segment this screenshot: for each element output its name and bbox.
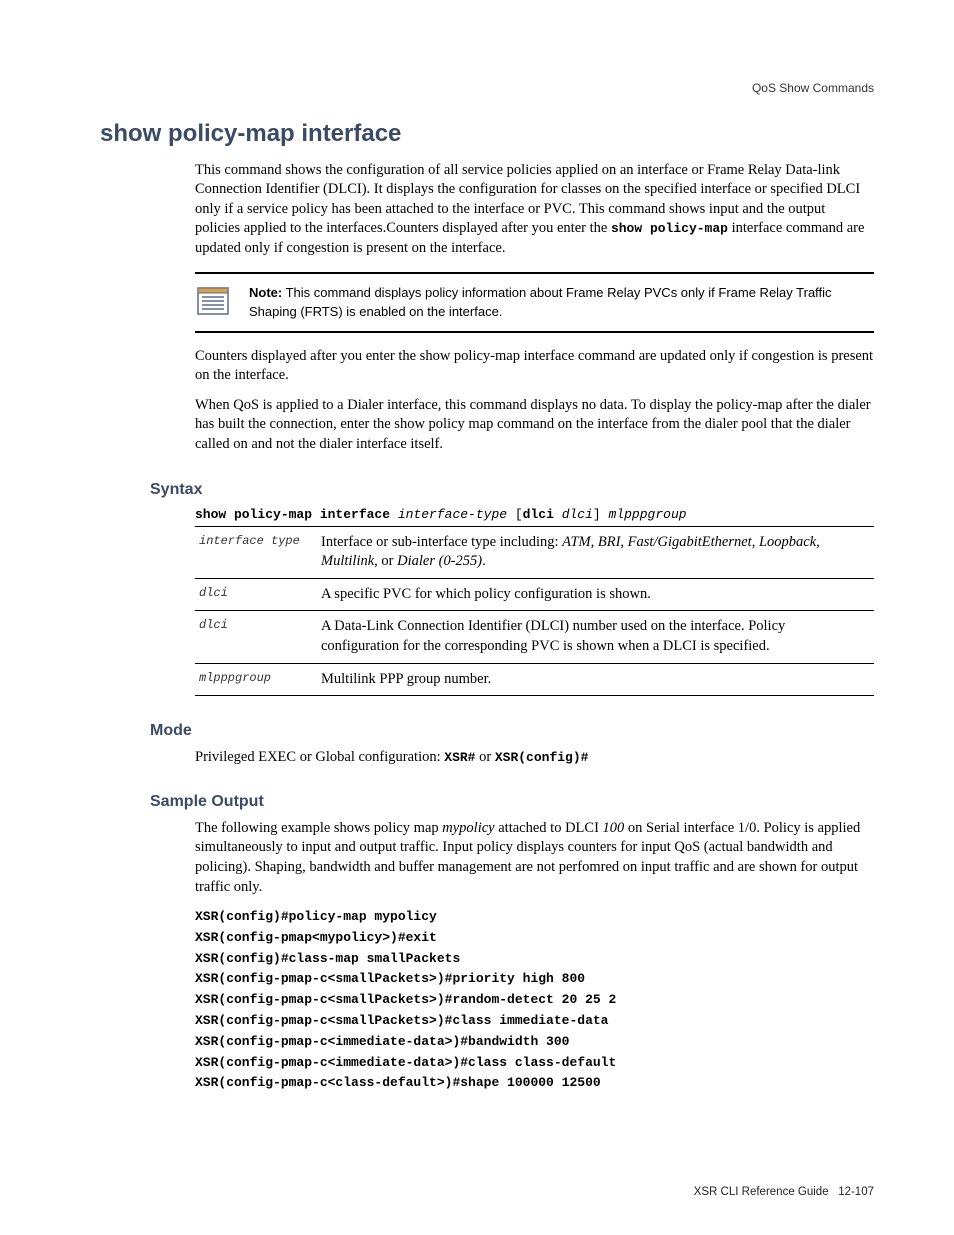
syntax-heading: Syntax — [150, 479, 874, 501]
table-row: dlci A specific PVC for which policy con… — [195, 578, 874, 611]
mode-heading: Mode — [150, 720, 874, 742]
param-name: dlci — [195, 611, 317, 663]
param-desc-a: Interface or sub-interface type includin… — [321, 534, 562, 550]
syntax-plain-2 — [554, 507, 562, 522]
table-row: mlpppgroup Multilink PPP group number. — [195, 663, 874, 696]
syntax-bold-1: show policy-map interface — [195, 507, 398, 522]
syntax-block: show policy-map interface interface-type… — [195, 506, 874, 696]
syntax-italic-2: dlci — [562, 507, 593, 522]
param-desc-em2: Dialer (0-255) — [397, 553, 482, 569]
sample-intro-em2: 100 — [603, 820, 625, 836]
footer-page-number: 12-107 — [838, 1186, 874, 1198]
syntax-bold-2: dlci — [523, 507, 554, 522]
syntax-plain-1: [ — [507, 507, 523, 522]
syntax-command-line: show policy-map interface interface-type… — [195, 506, 874, 524]
after-note-p1: Counters displayed after you enter the s… — [195, 347, 874, 386]
mode-code-1: XSR# — [444, 750, 475, 765]
parameter-table: interface type Interface or sub-interfac… — [195, 526, 874, 696]
note-icon — [195, 284, 235, 320]
param-desc: Multilink PPP group number. — [317, 663, 874, 696]
note-text: Note: This command displays policy infor… — [249, 284, 874, 320]
mode-code-2: XSR(config)# — [495, 750, 589, 765]
param-name: interface type — [195, 526, 317, 578]
running-header: QoS Show Commands — [100, 80, 874, 96]
note-box: Note: This command displays policy infor… — [195, 272, 874, 332]
param-desc: A Data-Link Connection Identifier (DLCI)… — [317, 611, 874, 663]
intro-inline-code: show policy-map — [611, 221, 728, 236]
after-note-p2: When QoS is applied to a Dialer interfac… — [195, 396, 874, 455]
sample-intro-a: The following example shows policy map — [195, 820, 442, 836]
mode-text-a: Privileged EXEC or Global configuration: — [195, 749, 444, 765]
mode-block: Privileged EXEC or Global configuration:… — [195, 748, 874, 768]
param-name: mlpppgroup — [195, 663, 317, 696]
document-page: QoS Show Commands show policy-map interf… — [0, 0, 954, 1235]
syntax-plain-3: ] — [593, 507, 609, 522]
sample-output-heading: Sample Output — [150, 791, 874, 813]
footer-guide: XSR CLI Reference Guide — [694, 1186, 829, 1198]
note-body: This command displays policy information… — [249, 285, 832, 318]
command-title: show policy-map interface — [100, 118, 874, 150]
table-row: interface type Interface or sub-interfac… — [195, 526, 874, 578]
sample-intro: The following example shows policy map m… — [195, 819, 874, 897]
page-footer: XSR CLI Reference Guide 12-107 — [694, 1185, 874, 1201]
param-desc: Interface or sub-interface type includin… — [317, 526, 874, 578]
param-desc-c: . — [482, 553, 486, 569]
intro-paragraph: This command shows the configuration of … — [195, 161, 874, 259]
sample-intro-em1: mypolicy — [442, 820, 494, 836]
syntax-italic-1: interface-type — [398, 507, 507, 522]
intro-block: This command shows the configuration of … — [195, 161, 874, 455]
note-label: Note: — [249, 285, 282, 300]
param-name: dlci — [195, 578, 317, 611]
param-desc: A specific PVC for which policy configur… — [317, 578, 874, 611]
param-desc-b: or — [378, 553, 397, 569]
sample-intro-b: attached to DLCI — [495, 820, 603, 836]
sample-block: The following example shows policy map m… — [195, 819, 874, 1094]
mode-text: Privileged EXEC or Global configuration:… — [195, 748, 874, 768]
table-row: dlci A Data-Link Connection Identifier (… — [195, 611, 874, 663]
sample-code-block: XSR(config)#policy-map mypolicy XSR(conf… — [195, 907, 874, 1094]
mode-text-b: or — [476, 749, 495, 765]
syntax-italic-3: mlpppgroup — [609, 507, 687, 522]
